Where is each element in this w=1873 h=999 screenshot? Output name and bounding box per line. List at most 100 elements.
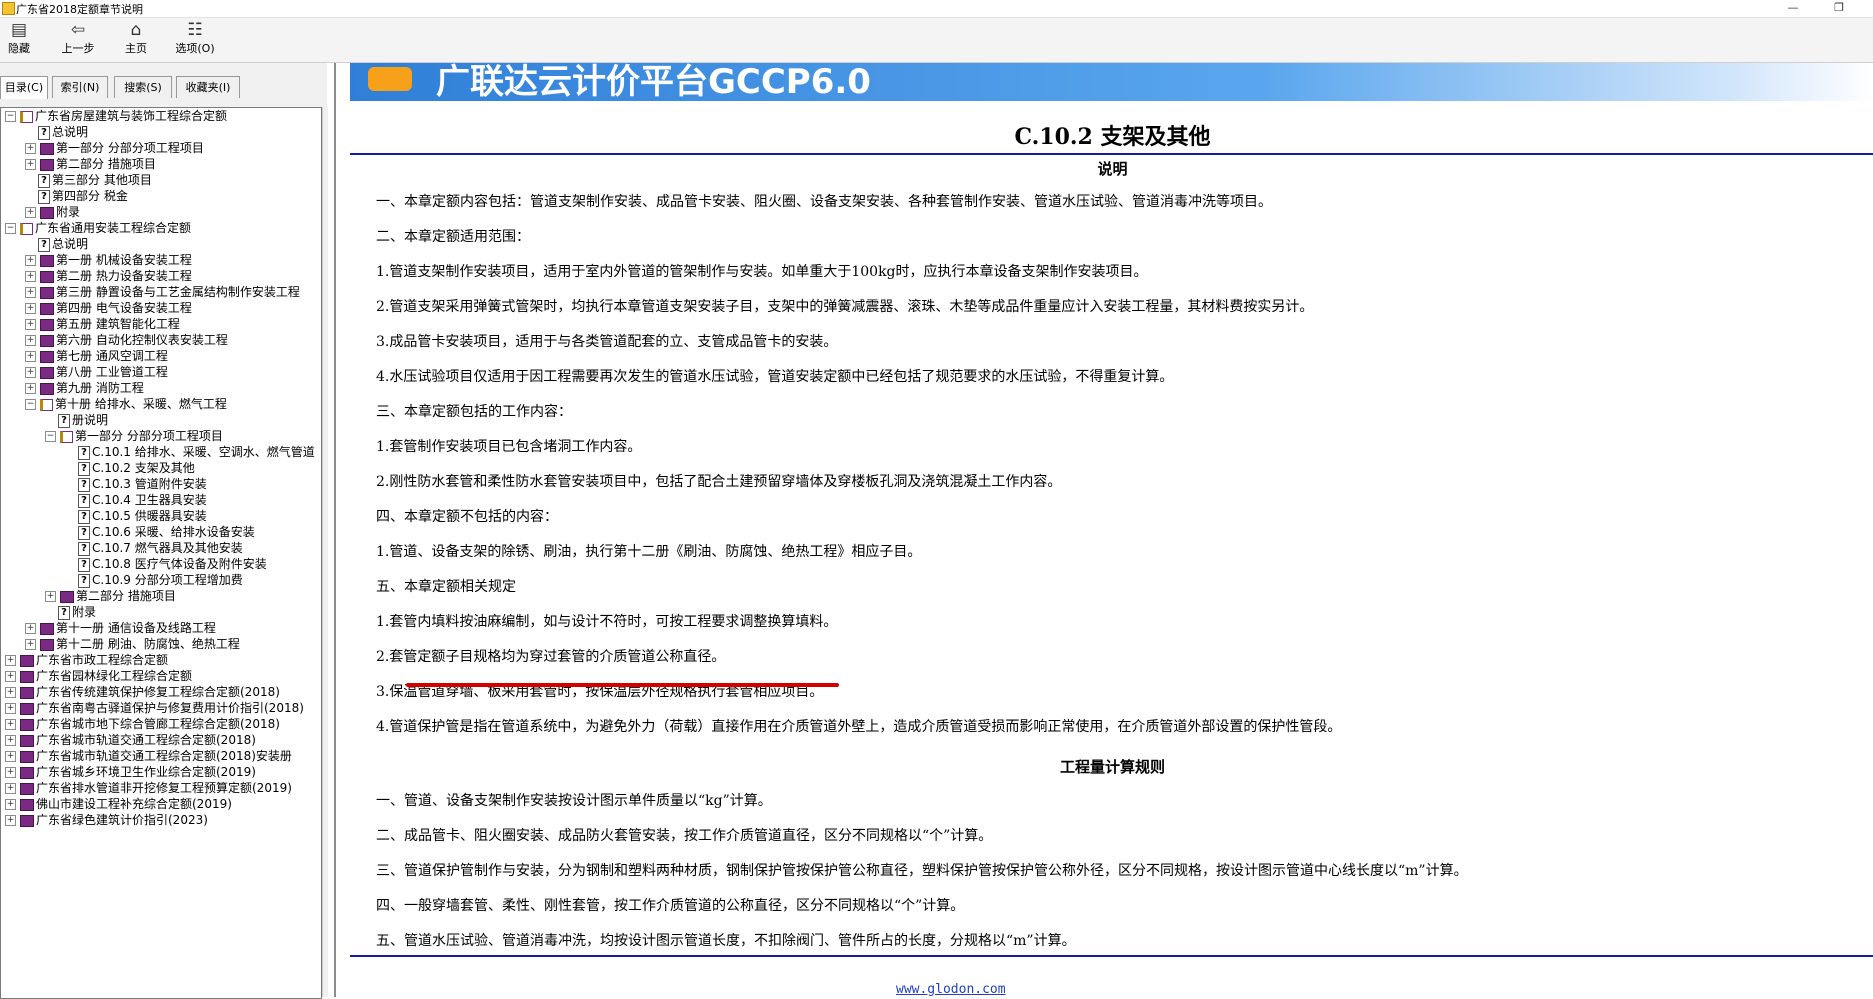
collapse-icon[interactable]: −	[45, 431, 56, 442]
collapse-icon[interactable]: −	[5, 111, 16, 122]
tree-item[interactable]: + 第四册 电气设备安装工程	[25, 300, 192, 316]
expand-icon[interactable]: +	[25, 383, 36, 394]
tree-item-label: 总说明	[52, 125, 89, 139]
tree-item[interactable]: + 广东省城市轨道交通工程综合定额(2018)安装册	[5, 748, 292, 764]
tree-item[interactable]: + 广东省南粤古驿道保护与修复费用计价指引(2018)	[5, 700, 304, 716]
expand-icon[interactable]: +	[25, 623, 36, 634]
tab-index[interactable]: 索引(N)	[52, 76, 108, 98]
expand-icon[interactable]: +	[25, 303, 36, 314]
expand-icon[interactable]: +	[5, 783, 16, 794]
tree-item-label: 广东省排水管道非开挖修复工程预算定额(2019)	[36, 781, 292, 795]
expand-icon[interactable]: +	[5, 751, 16, 762]
tree-item[interactable]: ? C.10.9 分部分项工程增加费	[65, 572, 243, 588]
tree-item[interactable]: − 广东省房屋建筑与装饰工程综合定额	[5, 108, 227, 124]
expand-icon[interactable]: +	[25, 143, 36, 154]
tree-item[interactable]: ? C.10.6 采暖、给排水设备安装	[65, 524, 255, 540]
tab-favorites[interactable]: 收藏夹(I)	[176, 76, 240, 98]
options-button[interactable]: ☷ 选项(O)	[170, 20, 220, 60]
tree-scrollbar[interactable]	[322, 107, 328, 997]
footer-link[interactable]: www.glodon.com	[896, 982, 1006, 997]
book-icon	[20, 654, 34, 667]
book-icon	[20, 798, 34, 811]
tree-item[interactable]: + 第二册 热力设备安装工程	[25, 268, 192, 284]
tree-item[interactable]: + 佛山市建设工程补充综合定额(2019)	[5, 796, 232, 812]
tree-item[interactable]: ? C.10.3 管道附件安装	[65, 476, 207, 492]
expand-icon[interactable]: +	[25, 367, 36, 378]
expand-icon[interactable]: +	[25, 287, 36, 298]
tree-item[interactable]: ? C.10.2 支架及其他	[65, 460, 195, 476]
notes-paragraph: 2.管道支架采用弹簧式管架时，均执行本章管道支架安装子目，支架中的弹簧减震器、滚…	[376, 299, 1314, 315]
tree-item[interactable]: ? C.10.5 供暖器具安装	[65, 508, 207, 524]
tree-item[interactable]: + 第二部分 措施项目	[25, 156, 156, 172]
tree-item[interactable]: + 第八册 工业管道工程	[25, 364, 168, 380]
tab-search[interactable]: 搜索(S)	[114, 76, 172, 98]
expand-icon[interactable]: +	[25, 351, 36, 362]
tree-item[interactable]: + 第一部分 分部分项工程项目	[25, 140, 204, 156]
expand-icon[interactable]: +	[5, 703, 16, 714]
notes-paragraph: 2.套管定额子目规格均为穿过套管的介质管道公称直径。	[376, 649, 726, 665]
expand-icon[interactable]: +	[25, 159, 36, 170]
tree-item[interactable]: + 第三册 静置设备与工艺金属结构制作安装工程	[25, 284, 300, 300]
collapse-icon[interactable]: −	[5, 223, 16, 234]
tree-item[interactable]: ? C.10.4 卫生器具安装	[65, 492, 207, 508]
tree-item[interactable]: − 第一部分 分部分项工程项目	[45, 428, 223, 444]
hide-button[interactable]: ▤ 隐藏	[4, 20, 34, 60]
tree-item[interactable]: ? 第四部分 税金	[25, 188, 128, 204]
expand-icon[interactable]: +	[5, 735, 16, 746]
tree-item[interactable]: + 广东省传统建筑保护修复工程综合定额(2018)	[5, 684, 280, 700]
collapse-icon[interactable]: −	[25, 399, 36, 410]
expand-icon[interactable]: +	[25, 207, 36, 218]
tree-item[interactable]: ? 总说明	[25, 124, 88, 140]
tree-item[interactable]: + 附录	[25, 204, 80, 220]
tree-item[interactable]: + 第九册 消防工程	[25, 380, 144, 396]
tree-item[interactable]: + 第七册 通风空调工程	[25, 348, 168, 364]
tree-item[interactable]: + 广东省市政工程综合定额	[5, 652, 168, 668]
contents-tree[interactable]: − 广东省房屋建筑与装饰工程综合定额? 总说明 + 第一部分 分部分项工程项目 + 第二部分…	[0, 107, 322, 999]
back-button[interactable]: ⇦ 上一步	[56, 20, 100, 60]
expand-icon[interactable]: +	[5, 799, 16, 810]
expand-icon[interactable]: +	[25, 335, 36, 346]
minimize-button[interactable]: —	[1770, 0, 1816, 17]
tree-item[interactable]: + 第十二册 刷油、防腐蚀、绝热工程	[25, 636, 240, 652]
tree-item[interactable]: + 广东省城市轨道交通工程综合定额(2018)	[5, 732, 256, 748]
restore-button[interactable]: ❐	[1816, 0, 1862, 17]
tree-item[interactable]: − 第十册 给排水、采暖、燃气工程	[25, 396, 227, 412]
help-page-icon: ?	[38, 173, 50, 188]
tree-item[interactable]: ? 第三部分 其他项目	[25, 172, 152, 188]
tree-item[interactable]: ? C.10.7 燃气器具及其他安装	[65, 540, 243, 556]
expand-icon[interactable]: +	[25, 319, 36, 330]
expand-icon[interactable]: +	[5, 815, 16, 826]
options-icon: ☷	[187, 20, 203, 40]
tree-item[interactable]: + 广东省城市地下综合管廊工程综合定额(2018)	[5, 716, 280, 732]
tree-item-label: 第九册 消防工程	[56, 381, 144, 395]
tree-item[interactable]: − 广东省通用安装工程综合定额	[5, 220, 191, 236]
tree-item[interactable]: + 第十一册 通信设备及线路工程	[25, 620, 216, 636]
tree-item[interactable]: + 第一册 机械设备安装工程	[25, 252, 192, 268]
expand-icon[interactable]: +	[25, 255, 36, 266]
expand-icon[interactable]: +	[5, 719, 16, 730]
tree-item[interactable]: + 第二部分 措施项目	[45, 588, 176, 604]
expand-icon[interactable]: +	[25, 271, 36, 282]
expand-icon[interactable]: +	[25, 639, 36, 650]
tree-item[interactable]: + 广东省排水管道非开挖修复工程预算定额(2019)	[5, 780, 292, 796]
window-title: 广东省2018定额章节说明	[16, 3, 143, 16]
tree-item[interactable]: + 第五册 建筑智能化工程	[25, 316, 180, 332]
tree-item[interactable]: + 第六册 自动化控制仪表安装工程	[25, 332, 228, 348]
tree-item[interactable]: ? C.10.1 给排水、采暖、空调水、燃气管道	[65, 444, 315, 460]
tree-item[interactable]: ? 册说明	[45, 412, 108, 428]
tree-item-label: C.10.8 医疗气体设备及附件安装	[92, 557, 267, 571]
tree-item[interactable]: + 广东省绿色建筑计价指引(2023)	[5, 812, 208, 828]
expand-icon[interactable]: +	[45, 591, 56, 602]
tree-item[interactable]: ? C.10.8 医疗气体设备及附件安装	[65, 556, 267, 572]
expand-icon[interactable]: +	[5, 655, 16, 666]
home-button[interactable]: ⌂ 主页	[120, 20, 152, 60]
tab-contents[interactable]: 目录(C)	[0, 76, 48, 99]
tree-item[interactable]: + 广东省园林绿化工程综合定额	[5, 668, 192, 684]
expand-icon[interactable]: +	[5, 687, 16, 698]
tree-item[interactable]: ? 总说明	[25, 236, 88, 252]
expand-icon[interactable]: +	[5, 671, 16, 682]
tree-item[interactable]: + 广东省城乡环境卫生作业综合定额(2019)	[5, 764, 256, 780]
help-page-icon: ?	[58, 413, 70, 428]
expand-icon[interactable]: +	[5, 767, 16, 778]
tree-item[interactable]: ? 附录	[45, 604, 96, 620]
